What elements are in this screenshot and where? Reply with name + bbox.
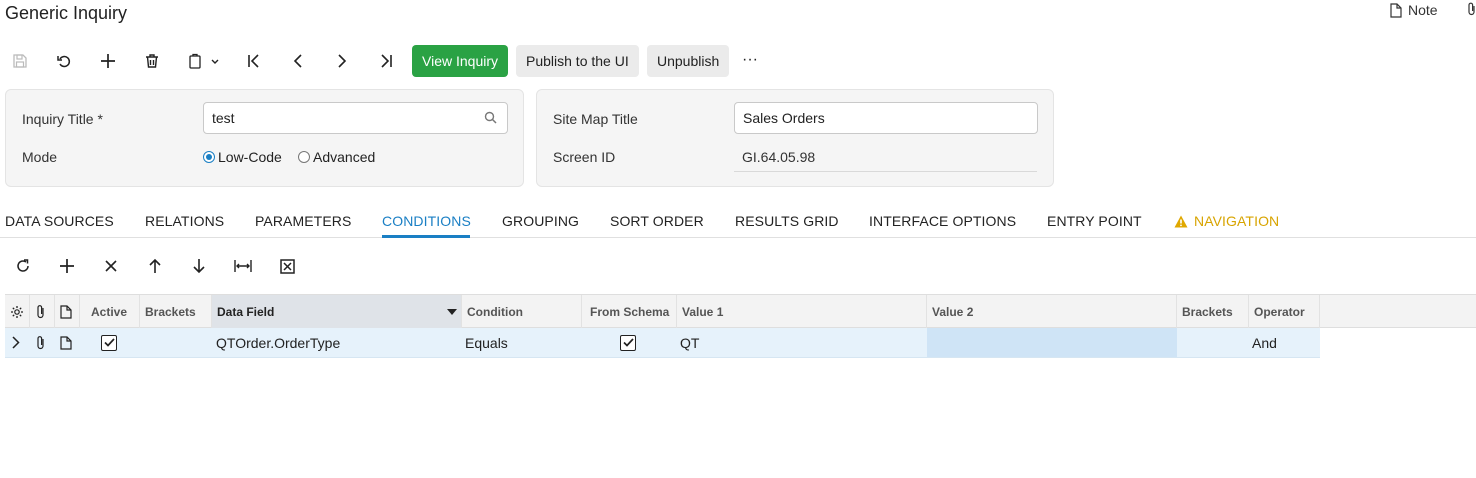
mode-advanced-option[interactable]: Advanced [298, 149, 375, 165]
add-row-icon[interactable] [57, 256, 77, 276]
column-header-from-schema[interactable]: From Schema [582, 295, 677, 328]
grid-header: Active Brackets Data Field Condition Fro… [5, 294, 1476, 328]
note-label: Note [1408, 2, 1438, 18]
move-up-icon[interactable] [145, 256, 165, 276]
header-note-icon [55, 295, 80, 328]
site-map-form-card: Site Map Title Sales Orders Screen ID GI… [536, 89, 1054, 187]
operator-cell[interactable]: And [1249, 328, 1320, 357]
tab-bar: DATA SOURCES RELATIONS PARAMETERS CONDIT… [0, 208, 1476, 238]
column-header-data-field[interactable]: Data Field [212, 295, 462, 328]
attachment-icon[interactable] [1468, 2, 1476, 16]
tab-conditions[interactable]: CONDITIONS [382, 213, 471, 229]
note-link[interactable]: Note [1390, 2, 1438, 18]
tab-sort-order[interactable]: SORT ORDER [610, 213, 704, 229]
column-header-active[interactable]: Active [80, 295, 140, 328]
search-icon[interactable] [484, 111, 497, 124]
mode-low-code-option[interactable]: Low-Code [203, 149, 282, 165]
last-record-icon[interactable] [376, 51, 396, 71]
page-title: Generic Inquiry [5, 3, 128, 23]
tab-relations[interactable]: RELATIONS [145, 213, 224, 229]
mode-low-code-label: Low-Code [218, 149, 282, 165]
condition-cell[interactable]: Equals [462, 328, 582, 357]
screen-id-value: GI.64.05.98 [734, 149, 1037, 172]
active-cell[interactable] [80, 328, 140, 357]
view-inquiry-button[interactable]: View Inquiry [412, 45, 509, 77]
column-header-value-2[interactable]: Value 2 [927, 295, 1177, 328]
tab-interface-options[interactable]: INTERFACE OPTIONS [869, 213, 1016, 229]
screen-id-label: Screen ID [553, 149, 616, 165]
column-header-brackets-close[interactable]: Brackets [1177, 295, 1249, 328]
tab-results-grid[interactable]: RESULTS GRID [735, 213, 839, 229]
brackets-close-cell[interactable] [1177, 328, 1249, 357]
column-header-condition[interactable]: Condition [462, 295, 582, 328]
mode-label: Mode [22, 149, 58, 165]
brackets-open-cell[interactable] [140, 328, 212, 357]
inquiry-title-value: test [212, 110, 235, 126]
sort-descending-icon[interactable] [447, 308, 457, 315]
grid-toolbar [0, 254, 400, 278]
tab-entry-point[interactable]: ENTRY POINT [1047, 213, 1142, 229]
copy-paste-icon[interactable] [186, 51, 222, 71]
site-map-title-label: Site Map Title [553, 111, 638, 127]
fit-columns-icon[interactable] [233, 256, 253, 276]
undo-icon[interactable] [54, 51, 74, 71]
expand-row-icon[interactable] [5, 328, 30, 357]
column-header-value-1[interactable]: Value 1 [677, 295, 927, 328]
site-map-title-value: Sales Orders [743, 110, 825, 126]
value-2-cell[interactable] [927, 328, 1177, 357]
active-tab-indicator [382, 235, 470, 238]
export-excel-icon[interactable] [277, 256, 297, 276]
inquiry-form-card: Inquiry Title * test Mode Low-Code Advan… [5, 89, 524, 187]
column-header-operator[interactable]: Operator [1249, 295, 1320, 328]
unpublish-button[interactable]: Unpublish [647, 45, 730, 77]
table-row[interactable]: QTOrder.OrderType Equals QT And [5, 328, 1320, 358]
tab-grouping[interactable]: GROUPING [502, 213, 579, 229]
from-schema-checkbox[interactable] [620, 334, 636, 351]
add-icon[interactable] [98, 51, 118, 71]
more-icon[interactable]: ··· [740, 50, 760, 70]
row-note-icon[interactable] [55, 328, 80, 357]
mode-advanced-label: Advanced [313, 149, 376, 165]
tab-data-sources[interactable]: DATA SOURCES [5, 213, 114, 229]
active-checkbox[interactable] [101, 334, 117, 351]
data-field-cell[interactable]: QTOrder.OrderType [212, 328, 462, 357]
inquiry-title-label: Inquiry Title * [22, 111, 103, 127]
radio-selected-icon[interactable] [203, 151, 215, 163]
column-settings-icon[interactable] [5, 295, 30, 328]
from-schema-cell[interactable] [582, 328, 677, 357]
tab-parameters[interactable]: PARAMETERS [255, 213, 351, 229]
main-toolbar: View Inquiry Publish to the UI Unpublish… [0, 44, 800, 78]
delete-icon[interactable] [142, 51, 162, 71]
refresh-icon[interactable] [13, 256, 33, 276]
radio-unselected-icon[interactable] [298, 151, 310, 163]
first-record-icon[interactable] [244, 51, 264, 71]
next-record-icon[interactable] [332, 51, 352, 71]
warning-icon [1174, 215, 1188, 228]
previous-record-icon[interactable] [288, 51, 308, 71]
note-icon [1390, 2, 1402, 18]
move-down-icon[interactable] [189, 256, 209, 276]
column-header-data-field-label: Data Field [217, 304, 275, 319]
delete-row-icon[interactable] [101, 256, 121, 276]
publish-to-ui-button[interactable]: Publish to the UI [516, 45, 639, 77]
header-attachment-icon [30, 295, 55, 328]
tab-navigation[interactable]: NAVIGATION [1174, 213, 1279, 229]
inquiry-title-field[interactable]: test [203, 102, 508, 134]
row-attachment-icon[interactable] [30, 328, 55, 357]
column-header-brackets-open[interactable]: Brackets [140, 295, 212, 328]
save-icon[interactable] [10, 51, 30, 71]
tab-navigation-label: NAVIGATION [1194, 213, 1280, 229]
value-1-cell[interactable]: QT [677, 328, 927, 357]
site-map-title-field[interactable]: Sales Orders [734, 102, 1038, 134]
